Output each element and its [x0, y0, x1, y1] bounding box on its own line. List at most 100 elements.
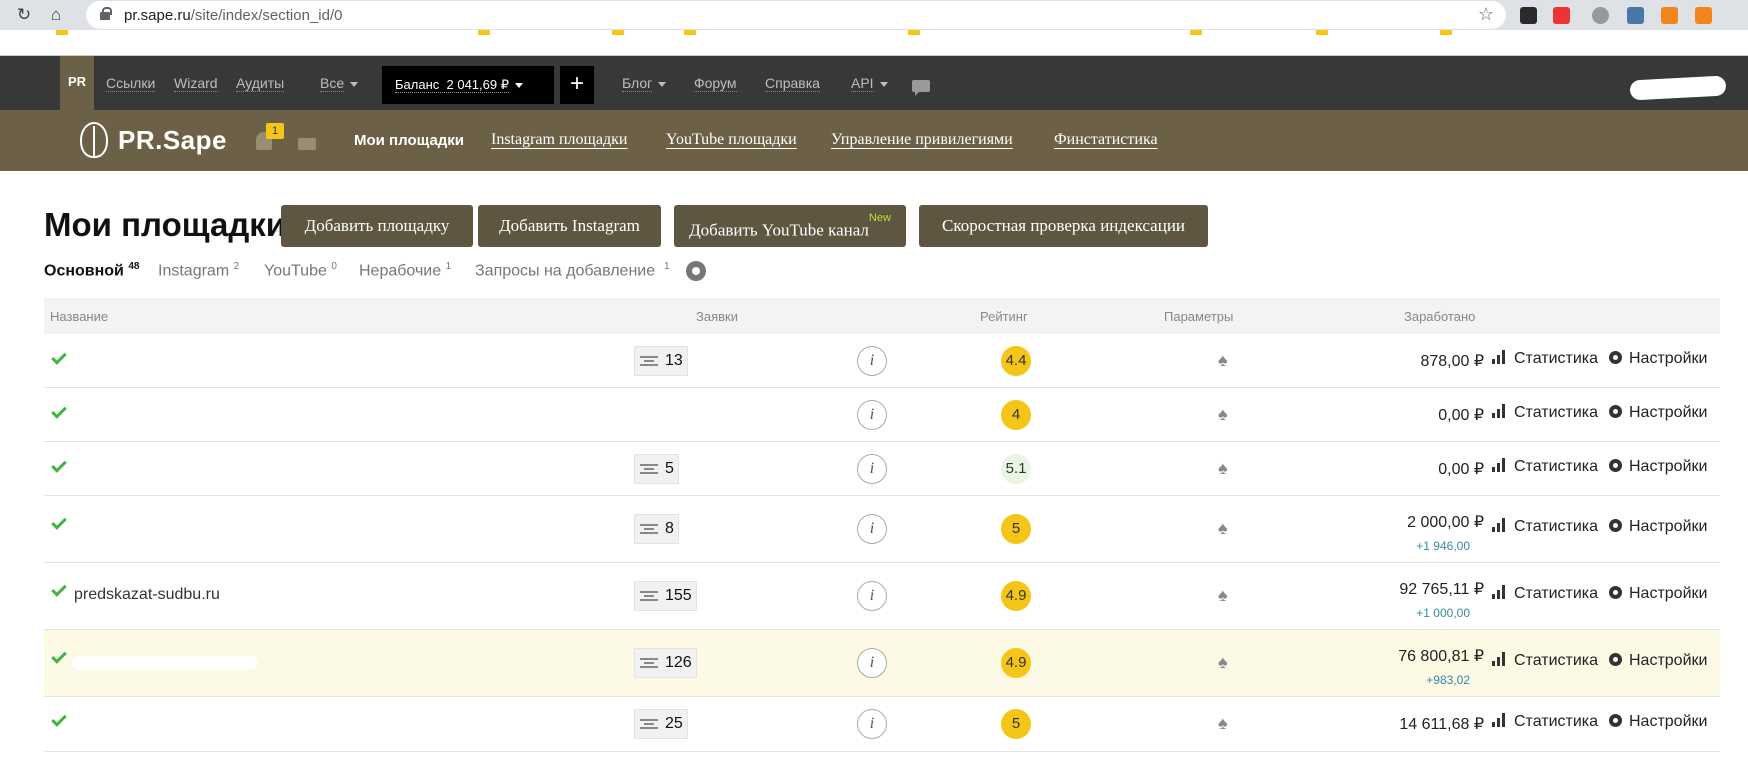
spade-icon[interactable]: ♠	[1218, 518, 1228, 539]
extension-icon[interactable]	[1520, 7, 1537, 24]
info-button[interactable]: i	[857, 648, 887, 678]
bookmark-icon[interactable]	[908, 30, 920, 35]
browser-toolbar: ↻ ⌂ pr.sape.ru/site/index/section_id/0 ☆	[0, 0, 1748, 30]
col-rating: Рейтинг	[980, 309, 1028, 324]
topbar-dropdown-blog[interactable]: Блог	[622, 75, 667, 92]
pr-tab[interactable]: PR	[60, 56, 94, 110]
bar-chart-icon	[1492, 585, 1506, 599]
address-bar[interactable]: pr.sape.ru/site/index/section_id/0 ☆	[86, 1, 1506, 29]
messages-icon[interactable]	[298, 138, 316, 150]
settings-link[interactable]: Настройки	[1609, 458, 1707, 476]
add-site-button[interactable]: Добавить площадку	[281, 205, 473, 247]
gear-icon[interactable]	[686, 261, 706, 281]
balance-dropdown[interactable]: Баланс 2 041,69 ₽	[382, 66, 554, 104]
extension-icon[interactable]	[1553, 7, 1570, 24]
info-button[interactable]: i	[857, 581, 887, 611]
settings-link[interactable]: Настройки	[1609, 713, 1707, 731]
bookmark-star-icon[interactable]: ☆	[1478, 4, 1494, 25]
topbar-link-forum[interactable]: Форум	[694, 75, 737, 92]
tab-inactive[interactable]: Нерабочие 1	[359, 261, 451, 280]
statistics-link[interactable]: Статистика	[1492, 404, 1598, 422]
tab-requests[interactable]: Запросы на добавление 1	[475, 261, 670, 280]
index-check-button[interactable]: Скоростная проверка индексации	[919, 205, 1208, 247]
extension-icon[interactable]	[1592, 7, 1609, 24]
extension-icon[interactable]	[1695, 7, 1712, 24]
requests-button[interactable]: 13	[634, 346, 688, 376]
gear-icon	[1609, 586, 1622, 599]
tab-instagram[interactable]: Instagram 2	[158, 261, 239, 280]
statistics-link[interactable]: Статистика	[1492, 652, 1598, 670]
user-menu[interactable]	[1629, 75, 1727, 101]
nav-instagram-sites[interactable]: Instagram площадки	[491, 131, 627, 149]
home-icon[interactable]: ⌂	[46, 5, 66, 25]
gear-icon	[1609, 351, 1622, 364]
settings-link[interactable]: Настройки	[1609, 585, 1707, 603]
check-icon	[51, 648, 67, 664]
rss-icon[interactable]	[1661, 7, 1678, 24]
site-name[interactable]: predskazat-sudbu.ru	[74, 586, 220, 604]
table-row: i 4 ♠ 0,00 ₽ Статистика Настройки	[44, 388, 1720, 442]
bar-chart-icon	[1492, 713, 1506, 727]
statistics-link[interactable]: Статистика	[1492, 458, 1598, 476]
tab-youtube[interactable]: YouTube 0	[264, 261, 337, 280]
statistics-link[interactable]: Статистика	[1492, 350, 1598, 368]
requests-button[interactable]: 5	[634, 454, 679, 484]
bookmark-icon[interactable]	[612, 30, 624, 35]
info-button[interactable]: i	[857, 454, 887, 484]
topbar-link-links[interactable]: Ссылки	[106, 75, 156, 92]
earned-delta: +1 946,00	[1416, 539, 1470, 553]
spade-icon[interactable]: ♠	[1218, 404, 1228, 425]
table-row: 5 i 5.1 ♠ 0,00 ₽ Статистика Настройки	[44, 442, 1720, 496]
info-button[interactable]: i	[857, 709, 887, 739]
add-youtube-button[interactable]: Добавить YouTube каналNew	[674, 205, 906, 247]
topbar-link-audits[interactable]: Аудиты	[236, 75, 285, 92]
chevron-down-icon	[658, 81, 667, 87]
reload-icon[interactable]: ↻	[14, 5, 34, 25]
topbar-link-help[interactable]: Справка	[765, 75, 820, 92]
topbar-dropdown-api[interactable]: API	[851, 75, 888, 92]
requests-button[interactable]: 126	[634, 648, 697, 678]
logo-text[interactable]: PR.Sape	[118, 125, 227, 156]
requests-button[interactable]: 155	[634, 581, 697, 611]
table-header: Название Заявки Рейтинг Параметры Зарабо…	[44, 298, 1720, 334]
chat-icon[interactable]	[912, 80, 930, 96]
requests-button[interactable]: 8	[634, 514, 679, 544]
add-instagram-button[interactable]: Добавить Instagram	[478, 205, 661, 247]
logo-icon[interactable]	[80, 122, 108, 158]
add-funds-button[interactable]: +	[560, 66, 594, 104]
rating-badge: 4.4	[1001, 346, 1031, 376]
gear-icon	[1609, 714, 1622, 727]
nav-finstat[interactable]: Финстатистика	[1054, 131, 1158, 149]
settings-link[interactable]: Настройки	[1609, 652, 1707, 670]
bookmark-icon[interactable]	[56, 30, 68, 35]
spade-icon[interactable]: ♠	[1218, 458, 1228, 479]
spade-icon[interactable]: ♠	[1218, 350, 1228, 371]
settings-link[interactable]: Настройки	[1609, 350, 1707, 368]
statistics-link[interactable]: Статистика	[1492, 585, 1598, 603]
requests-button[interactable]: 25	[634, 709, 688, 739]
bookmark-icon[interactable]	[1316, 30, 1328, 35]
spade-icon[interactable]: ♠	[1218, 585, 1228, 606]
tab-main[interactable]: Основной 48	[44, 261, 139, 280]
spade-icon[interactable]: ♠	[1218, 652, 1228, 673]
info-button[interactable]: i	[857, 514, 887, 544]
topbar-link-wizard[interactable]: Wizard	[174, 75, 218, 92]
bookmark-icon[interactable]	[1440, 30, 1452, 35]
bookmark-icon[interactable]	[1190, 30, 1202, 35]
topbar-dropdown-all[interactable]: Все	[320, 75, 359, 92]
statistics-link[interactable]: Статистика	[1492, 518, 1598, 536]
nav-privileges[interactable]: Управление привилегиями	[831, 131, 1013, 149]
spade-icon[interactable]: ♠	[1218, 713, 1228, 734]
statistics-link[interactable]: Статистика	[1492, 713, 1598, 731]
requests-icon	[640, 719, 658, 729]
info-button[interactable]: i	[857, 346, 887, 376]
info-button[interactable]: i	[857, 400, 887, 430]
nav-youtube-sites[interactable]: YouTube площадки	[666, 131, 797, 149]
settings-link[interactable]: Настройки	[1609, 518, 1707, 536]
settings-link[interactable]: Настройки	[1609, 404, 1707, 422]
earned-amount: 14 611,68 ₽	[1399, 716, 1484, 733]
bookmark-icon[interactable]	[478, 30, 490, 35]
nav-my-sites[interactable]: Мои площадки	[354, 132, 464, 149]
bookmark-icon[interactable]	[684, 30, 696, 35]
extension-icon[interactable]	[1627, 7, 1644, 24]
